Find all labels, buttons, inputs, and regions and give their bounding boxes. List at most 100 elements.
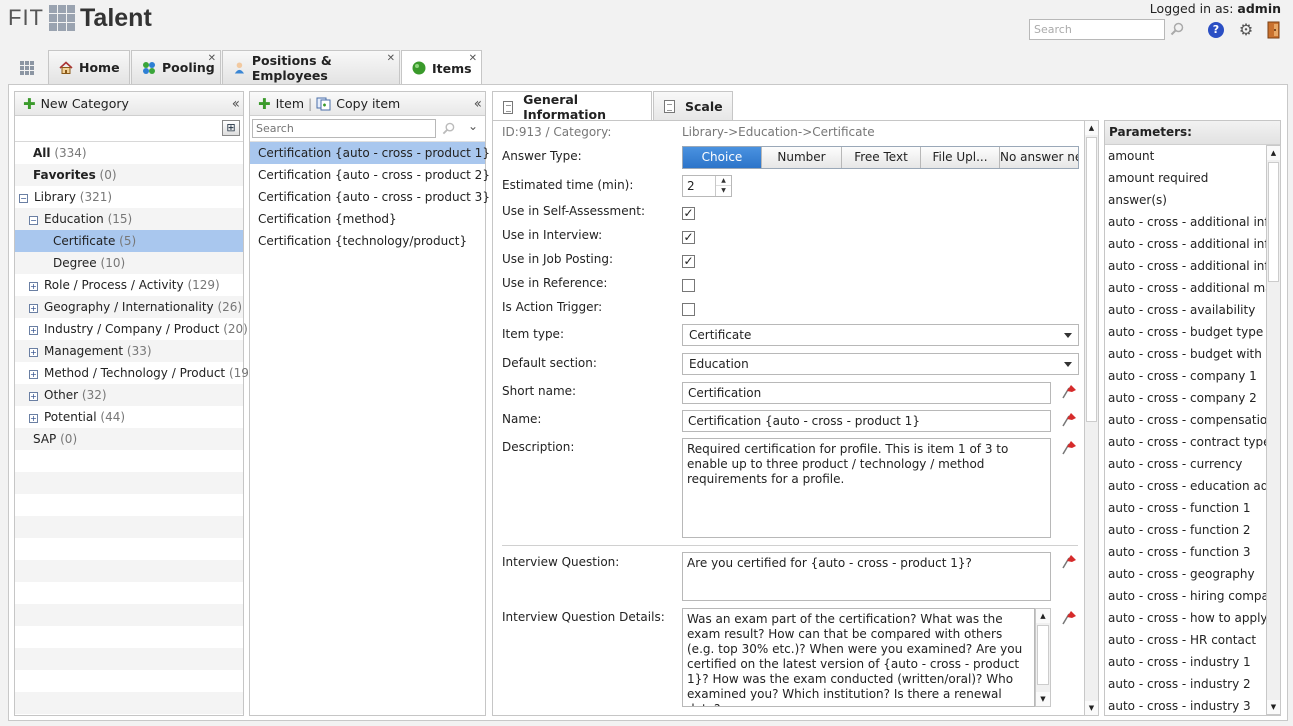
category-tree-row[interactable]: + Industry / Company / Product (20) bbox=[15, 318, 248, 340]
parameter-item[interactable]: auto - cross - industry 1 bbox=[1105, 651, 1266, 673]
parameter-item[interactable]: auto - cross - industry 3 bbox=[1105, 695, 1266, 715]
parameter-item[interactable]: auto - cross - company 2 bbox=[1105, 387, 1266, 409]
scroll-down-icon[interactable]: ▼ bbox=[1267, 700, 1280, 714]
gear-icon[interactable]: ⚙ bbox=[1237, 21, 1255, 39]
parameter-item[interactable]: auto - cross - function 2 bbox=[1105, 519, 1266, 541]
category-tree-row[interactable]: Certificate (5) bbox=[15, 230, 243, 252]
expand-all-icon[interactable]: ⊞ bbox=[222, 120, 240, 136]
item-list-row[interactable]: Certification {technology/product} bbox=[250, 230, 485, 252]
tab-positions-close-icon[interactable]: ✕ bbox=[387, 53, 395, 64]
parameter-item[interactable]: auto - cross - availability bbox=[1105, 299, 1266, 321]
parameter-item[interactable]: auto - cross - company 1 bbox=[1105, 365, 1266, 387]
category-tree-row[interactable]: Degree (10) bbox=[15, 252, 243, 274]
category-tree-row[interactable]: + Other (32) bbox=[15, 384, 243, 406]
details-scrollbar[interactable]: ▲ ▼ bbox=[1035, 608, 1051, 707]
parameter-item[interactable]: auto - cross - additional info 1 bbox=[1105, 211, 1266, 233]
estimated-time-stepper[interactable]: 2 ▲ ▼ bbox=[682, 175, 732, 197]
scroll-up-icon[interactable]: ▲ bbox=[1267, 146, 1280, 160]
scroll-up-icon[interactable]: ▲ bbox=[1036, 609, 1050, 623]
search-icon[interactable] bbox=[1170, 22, 1184, 36]
flag-icon[interactable] bbox=[1061, 554, 1077, 570]
parameter-item[interactable]: auto - cross - industry 2 bbox=[1105, 673, 1266, 695]
collapse-left-icon[interactable]: ‹‹ bbox=[474, 96, 482, 112]
parameter-item[interactable]: auto - cross - geography bbox=[1105, 563, 1266, 585]
tab-pooling-close-icon[interactable]: ✕ bbox=[208, 53, 216, 64]
flag-icon[interactable] bbox=[1061, 412, 1077, 428]
tab-items[interactable]: Items ✕ bbox=[401, 50, 482, 85]
parameter-item[interactable]: auto - cross - additional management bbox=[1105, 277, 1266, 299]
parameter-item[interactable]: auto - cross - function 3 bbox=[1105, 541, 1266, 563]
collapse-node-icon[interactable]: − bbox=[29, 216, 38, 225]
scroll-down-icon[interactable]: ▼ bbox=[1085, 701, 1098, 715]
category-tree-row[interactable]: + Management (33) bbox=[15, 340, 243, 362]
item-type-select[interactable]: Certificate bbox=[682, 324, 1079, 346]
item-search-input[interactable] bbox=[252, 119, 436, 138]
interview-details-textarea[interactable]: Was an exam part of the certification? W… bbox=[682, 608, 1035, 707]
parameter-item[interactable]: auto - cross - hiring company bbox=[1105, 585, 1266, 607]
interview-question-textarea[interactable]: Are you certified for {auto - cross - pr… bbox=[682, 552, 1051, 601]
expand-node-icon[interactable]: + bbox=[29, 370, 38, 379]
expand-node-icon[interactable]: + bbox=[29, 326, 38, 335]
flag-icon[interactable] bbox=[1061, 440, 1077, 456]
stepper-down-icon[interactable]: ▼ bbox=[716, 186, 731, 196]
chevron-down-icon[interactable]: ⌄ bbox=[468, 119, 478, 133]
scroll-thumb[interactable] bbox=[1086, 137, 1097, 422]
scroll-thumb[interactable] bbox=[1037, 625, 1049, 685]
answer-type-file-upload[interactable]: File Upl... bbox=[921, 147, 1000, 168]
scroll-thumb[interactable] bbox=[1268, 162, 1279, 282]
parameter-item[interactable]: auto - cross - additional info 2 bbox=[1105, 233, 1266, 255]
tab-pooling[interactable]: Pooling ✕ bbox=[131, 50, 221, 84]
item-list-row[interactable]: Certification {method} bbox=[250, 208, 485, 230]
parameter-item[interactable]: auto - cross - HR contact bbox=[1105, 629, 1266, 651]
answer-type-number[interactable]: Number bbox=[762, 147, 842, 168]
description-textarea[interactable]: Required certification for profile. This… bbox=[682, 438, 1051, 538]
copy-item-button[interactable]: Copy item bbox=[336, 96, 400, 111]
scroll-up-icon[interactable]: ▲ bbox=[1085, 121, 1098, 135]
item-list-row[interactable]: Certification {auto - cross - product 3} bbox=[250, 186, 490, 208]
answer-type-choice[interactable]: Choice bbox=[683, 147, 762, 168]
parameter-item[interactable]: auto - cross - additional info 3 bbox=[1105, 255, 1266, 277]
item-list-row[interactable]: Certification {auto - cross - product 2} bbox=[250, 164, 490, 186]
action-trigger-checkbox[interactable] bbox=[682, 303, 695, 316]
interview-checkbox[interactable]: ✓ bbox=[682, 231, 695, 244]
tab-scale[interactable]: Scale bbox=[653, 91, 733, 121]
self-assessment-checkbox[interactable]: ✓ bbox=[682, 207, 695, 220]
collapse-left-icon[interactable]: ‹‹ bbox=[232, 96, 240, 112]
default-section-select[interactable]: Education bbox=[682, 353, 1079, 375]
job-posting-checkbox[interactable]: ✓ bbox=[682, 255, 695, 268]
scroll-down-icon[interactable]: ▼ bbox=[1036, 692, 1050, 706]
collapse-node-icon[interactable]: − bbox=[19, 194, 28, 203]
name-input[interactable]: Certification {auto - cross - product 1} bbox=[682, 410, 1051, 432]
search-icon[interactable] bbox=[442, 122, 455, 135]
parameter-item[interactable]: answer(s) bbox=[1105, 189, 1266, 211]
category-tree-row[interactable]: − Education (15) bbox=[15, 208, 243, 230]
flag-icon[interactable] bbox=[1061, 384, 1077, 400]
help-icon[interactable]: ? bbox=[1208, 22, 1224, 38]
category-tree-row[interactable]: SAP (0) bbox=[15, 428, 243, 450]
category-tree-row[interactable]: + Geography / Internationality (26) bbox=[15, 296, 243, 318]
logout-door-icon[interactable] bbox=[1266, 21, 1282, 39]
reference-checkbox[interactable] bbox=[682, 279, 695, 292]
new-category-button[interactable]: New Category bbox=[41, 96, 129, 111]
category-tree-row[interactable]: + Role / Process / Activity (129) bbox=[15, 274, 243, 296]
answer-type-free-text[interactable]: Free Text bbox=[842, 147, 921, 168]
parameter-item[interactable]: auto - cross - currency bbox=[1105, 453, 1266, 475]
parameter-item[interactable]: auto - cross - how to apply bbox=[1105, 607, 1266, 629]
global-search-input[interactable] bbox=[1029, 19, 1165, 40]
expand-node-icon[interactable]: + bbox=[29, 304, 38, 313]
parameter-item[interactable]: auto - cross - education advanced bbox=[1105, 475, 1266, 497]
new-item-button[interactable]: Item bbox=[276, 96, 304, 111]
stepper-up-icon[interactable]: ▲ bbox=[716, 176, 731, 186]
tab-home[interactable]: Home bbox=[48, 50, 130, 84]
expand-node-icon[interactable]: + bbox=[29, 392, 38, 401]
item-list-row[interactable]: Certification {auto - cross - product 1} bbox=[250, 142, 490, 164]
short-name-input[interactable]: Certification bbox=[682, 382, 1051, 404]
parameters-scrollbar[interactable]: ▲ ▼ bbox=[1266, 145, 1281, 715]
category-tree-row[interactable]: All (334) bbox=[15, 142, 243, 164]
tab-general-information[interactable]: General Information bbox=[492, 91, 652, 122]
apps-grid-icon[interactable] bbox=[20, 61, 34, 75]
parameter-item[interactable]: auto - cross - compensation bbox=[1105, 409, 1266, 431]
tab-items-close-icon[interactable]: ✕ bbox=[469, 53, 477, 64]
parameter-item[interactable]: auto - cross - budget type bbox=[1105, 321, 1266, 343]
category-tree-row[interactable]: − Library (321) bbox=[15, 186, 243, 208]
